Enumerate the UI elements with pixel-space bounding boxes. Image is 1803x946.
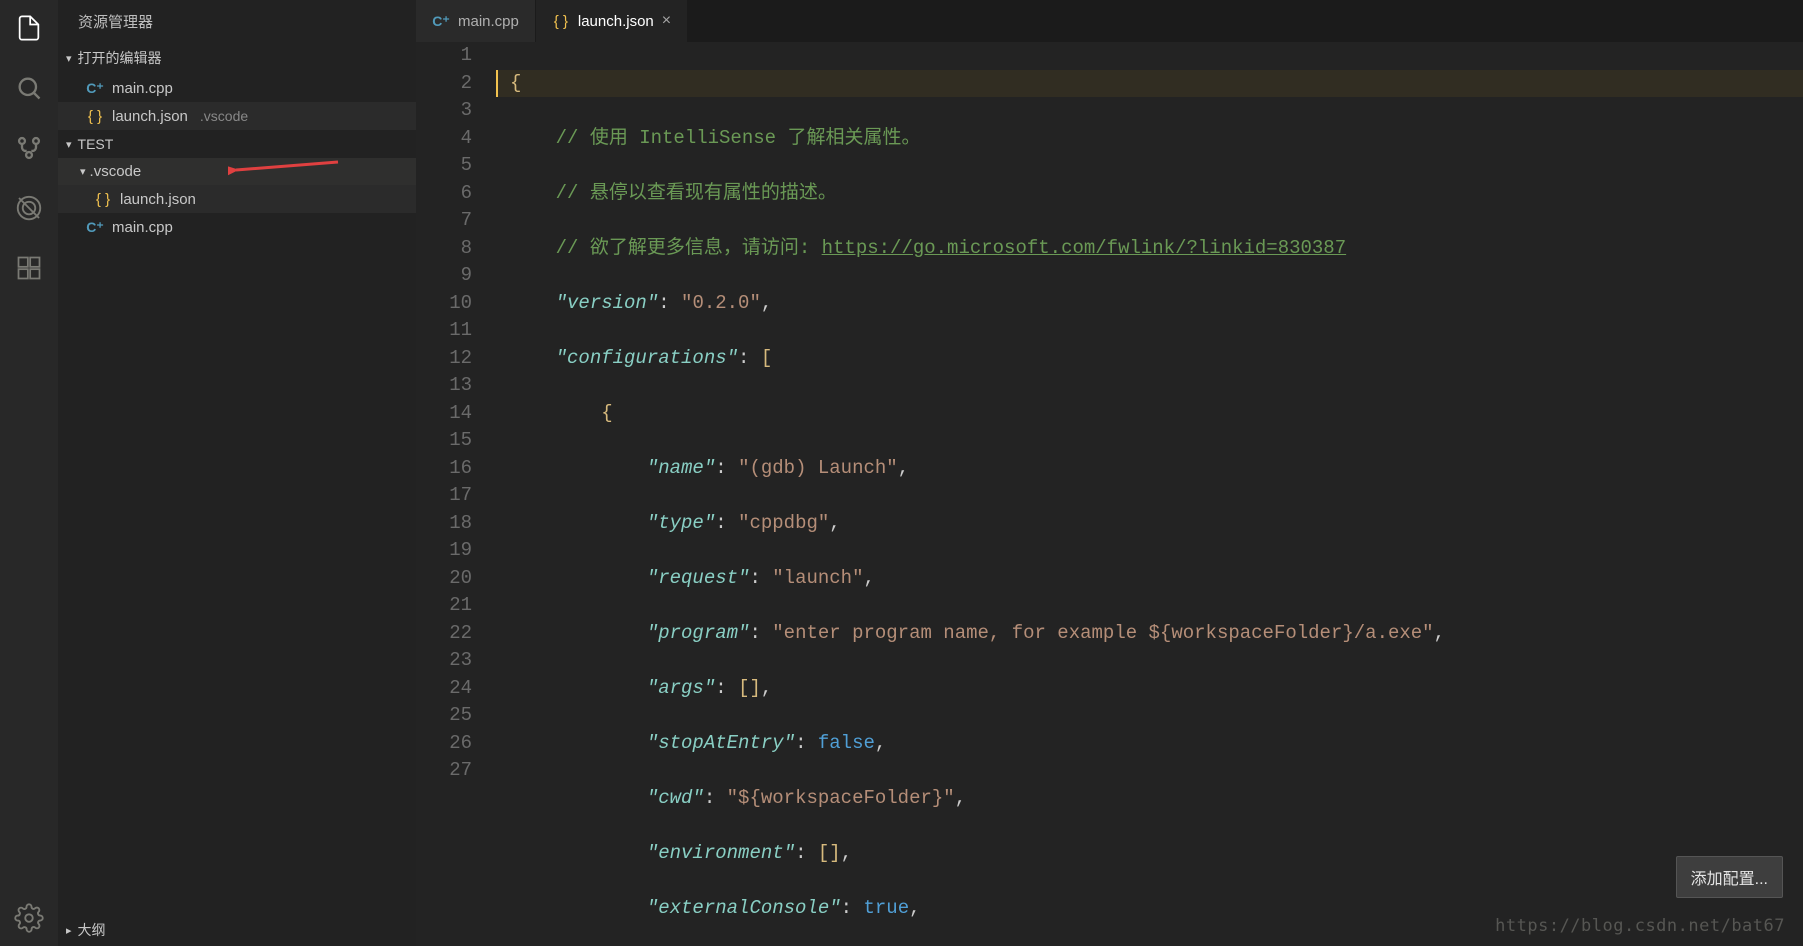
file-label: launch.json [120,191,196,208]
file-label: main.cpp [112,80,173,97]
folder-vscode[interactable]: ▾ .vscode [58,158,416,185]
close-icon[interactable]: × [662,12,671,30]
files-icon[interactable] [13,12,45,44]
file-launch-json[interactable]: { } launch.json [58,185,416,213]
tab-label: main.cpp [458,13,519,30]
code-content: { // 使用 IntelliSense 了解相关属性。 // 悬停以查看现有属… [496,42,1803,946]
line-gutter: 1234567891011121314151617181920212223242… [416,42,496,946]
cpp-icon: C⁺ [432,12,450,30]
chevron-down-icon: ▾ [80,165,86,178]
explorer-sidebar: 资源管理器 ▾ 打开的编辑器 C⁺ main.cpp { } launch.js… [58,0,416,946]
outline-label: 大纲 [78,920,106,940]
chevron-down-icon: ▾ [66,138,72,151]
workspace-header[interactable]: ▾ TEST [58,130,416,158]
cpp-icon: C⁺ [86,218,104,236]
tab-label: launch.json [578,13,654,30]
open-editor-item[interactable]: C⁺ main.cpp [58,74,416,102]
cpp-icon: C⁺ [86,79,104,97]
json-icon: { } [94,190,112,208]
git-icon[interactable] [13,132,45,164]
add-config-button[interactable]: 添加配置... [1676,856,1783,898]
chevron-right-icon: ▸ [66,924,72,937]
file-label: launch.json [112,108,188,125]
open-editor-item[interactable]: { } launch.json .vscode [58,102,416,130]
file-label: main.cpp [112,219,173,236]
sidebar-title: 资源管理器 [58,0,416,42]
activity-bar [0,0,58,946]
chevron-down-icon: ▾ [66,52,72,65]
settings-icon[interactable] [13,902,45,934]
json-icon: { } [552,12,570,30]
editor-area: C⁺ main.cpp { } launch.json × 1234567891… [416,0,1803,946]
workspace-name: TEST [78,136,114,152]
code-editor[interactable]: 1234567891011121314151617181920212223242… [416,42,1803,946]
tab-launch-json[interactable]: { } launch.json × [536,0,688,42]
outline-header[interactable]: ▸ 大纲 [58,914,416,946]
open-editors-header[interactable]: ▾ 打开的编辑器 [58,42,416,74]
open-editors-label: 打开的编辑器 [78,48,162,68]
file-hint: .vscode [200,108,248,124]
search-icon[interactable] [13,72,45,104]
file-main-cpp[interactable]: C⁺ main.cpp [58,213,416,241]
editor-tabs: C⁺ main.cpp { } launch.json × [416,0,1803,42]
watermark-text: https://blog.csdn.net/bat67 [1495,916,1785,936]
tab-main-cpp[interactable]: C⁺ main.cpp [416,0,536,42]
debug-icon[interactable] [13,192,45,224]
folder-label: .vscode [90,163,142,180]
json-icon: { } [86,107,104,125]
extensions-icon[interactable] [13,252,45,284]
